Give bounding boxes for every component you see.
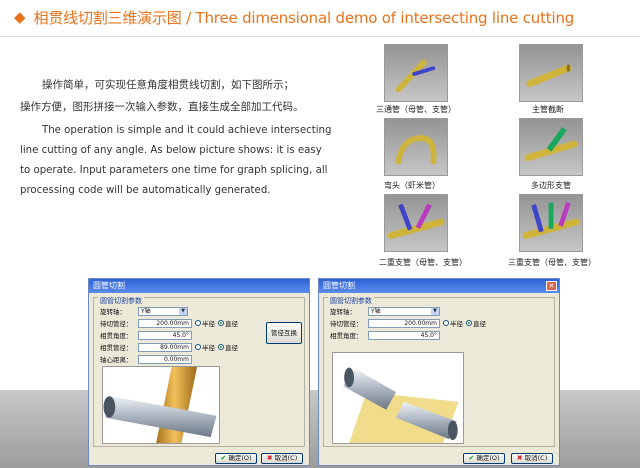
radio-checked-icon <box>218 320 224 326</box>
radius-radio[interactable]: 半径 <box>195 342 215 352</box>
thumb-elbow <box>384 118 448 176</box>
group-label: 圆管切割参数 <box>98 296 144 306</box>
radio-icon <box>443 320 449 326</box>
ok-button[interactable]: ✔ 确定(O) <box>215 453 257 464</box>
thumb-caption: 二重支管（母管、支管） <box>379 258 467 267</box>
pipe-cut-dialog-left: 圆管切割 圆管切割参数 旋转轴： Y轴 ▼ 待切管径： 200.00mm 半径 … <box>88 278 310 466</box>
angle-input[interactable]: 45.0° <box>138 330 192 340</box>
dialog-titlebar[interactable]: 圆管切割 <box>89 279 309 293</box>
cancel-button[interactable]: ✖ 取消(C) <box>261 453 303 464</box>
check-icon: ✔ <box>468 454 475 462</box>
ok-button[interactable]: ✔ 确定(O) <box>463 453 505 464</box>
angle-label: 相贯角度： <box>330 332 363 340</box>
thumb-caption: 三重支管（母管、支管） <box>508 258 596 267</box>
cut-pipe-row: 待切管径： 200.00mm 半径 直径 <box>330 318 486 328</box>
intro-cn-line2: 操作方便，图形拼接一次输入参数，直接生成全部加工代码。 <box>20 101 304 113</box>
joint-pipe-input[interactable]: 89.00mm <box>138 342 192 352</box>
parameter-group: 圆管切割参数 旋转轴： Y轴 ▼ 待切管径： 200.00mm 半径 直径 相贯… <box>323 296 555 447</box>
offset-input[interactable]: 0.00mm <box>138 354 192 364</box>
dialog-titlebar[interactable]: 圆管切割 ✕ <box>319 279 559 293</box>
offset-label: 轴心距离： <box>100 356 133 364</box>
preview-panel <box>102 366 220 444</box>
chevron-down-icon: ▼ <box>431 307 439 315</box>
thumb-caption: 三通管（母管、支管） <box>376 105 456 114</box>
close-window-button[interactable]: ✕ <box>546 281 557 291</box>
thumb-polygon-branch <box>519 118 583 176</box>
chevron-down-icon: ▼ <box>179 307 187 315</box>
rotate-axis-row: 旋转轴： Y轴 ▼ <box>330 306 440 316</box>
close-icon: ✖ <box>266 454 273 462</box>
dialog-title: 圆管切割 <box>93 281 125 290</box>
thumb-double-branch <box>384 194 448 252</box>
pipe-cut-dialog-right: 圆管切割 ✕ 圆管切割参数 旋转轴： Y轴 ▼ 待切管径： 200.00mm 半… <box>318 278 560 466</box>
close-icon: ✖ <box>516 454 523 462</box>
rotate-axis-select[interactable]: Y轴 ▼ <box>138 306 188 316</box>
page: ◆ 相贯线切割三维演示图 / Three dimensional demo of… <box>0 0 640 468</box>
intro-cn-line1: 操作简单，可实现任意角度相贯线切割，如下图所示； <box>42 79 294 91</box>
cancel-button[interactable]: ✖ 取消(C) <box>511 453 553 464</box>
angle-label: 相贯角度： <box>100 332 133 340</box>
pipe-preview-graphic <box>103 367 217 443</box>
cut-pipe-label: 待切管径： <box>330 320 363 328</box>
thumb-caption: 弯头（虾米管） <box>384 181 440 190</box>
radio-checked-icon <box>218 344 224 350</box>
angle-row: 相贯角度： 45.0° <box>330 330 440 340</box>
intro-en: The operation is simple and it could ach… <box>20 125 332 196</box>
diameter-radio[interactable]: 直径 <box>218 318 238 328</box>
thumb-caption: 主管截断 <box>532 105 564 114</box>
check-icon: ✔ <box>220 454 227 462</box>
joint-pipe-label: 相贯管径： <box>100 344 133 352</box>
radius-radio[interactable]: 半径 <box>195 318 215 328</box>
thumb-main-pipe-cut <box>519 44 583 102</box>
header: ◆ 相贯线切割三维演示图 / Three dimensional demo of… <box>0 0 640 34</box>
page-title: 相贯线切割三维演示图 / Three dimensional demo of i… <box>33 8 575 27</box>
thumb-triple-branch <box>519 194 583 252</box>
radius-radio[interactable]: 半径 <box>443 318 463 328</box>
radio-icon <box>195 344 201 350</box>
pipe-preview-graphic <box>343 367 459 443</box>
diameter-radio[interactable]: 直径 <box>218 342 238 352</box>
rotate-axis-select[interactable]: Y轴 ▼ <box>368 306 440 316</box>
header-divider <box>0 36 640 37</box>
rotate-axis-row: 旋转轴： Y轴 ▼ <box>100 306 188 316</box>
preview-panel <box>332 352 464 444</box>
cut-pipe-label: 待切管径： <box>100 320 133 328</box>
diamond-icon: ◆ <box>14 8 26 26</box>
diameter-radio[interactable]: 直径 <box>466 318 486 328</box>
offset-row: 轴心距离： 0.00mm <box>100 354 192 364</box>
angle-row: 相贯角度： 45.0° <box>100 330 192 340</box>
radio-icon <box>195 320 201 326</box>
cut-pipe-input[interactable]: 200.00mm <box>138 318 192 328</box>
rotate-axis-label: 旋转轴： <box>330 308 356 316</box>
parameter-group: 圆管切割参数 旋转轴： Y轴 ▼ 待切管径： 200.00mm 半径 直径 相贯… <box>93 296 305 447</box>
swap-diameter-button[interactable]: 管径互换 <box>266 322 302 344</box>
cut-pipe-input[interactable]: 200.00mm <box>368 318 440 328</box>
thumb-tee-pipe <box>384 44 448 102</box>
group-label: 圆管切割参数 <box>328 296 374 306</box>
joint-pipe-row: 相贯管径： 89.00mm 半径 直径 <box>100 342 238 352</box>
angle-input[interactable]: 45.0° <box>368 330 440 340</box>
thumb-caption: 多边形支管 <box>531 181 571 190</box>
intro-text: 操作简单，可实现任意角度相贯线切割，如下图所示； 操作方便，图形拼接一次输入参数… <box>20 74 332 201</box>
dialog-title: 圆管切割 <box>323 281 355 290</box>
rotate-axis-label: 旋转轴： <box>100 308 126 316</box>
radio-checked-icon <box>466 320 472 326</box>
cut-pipe-row: 待切管径： 200.00mm 半径 直径 <box>100 318 238 328</box>
